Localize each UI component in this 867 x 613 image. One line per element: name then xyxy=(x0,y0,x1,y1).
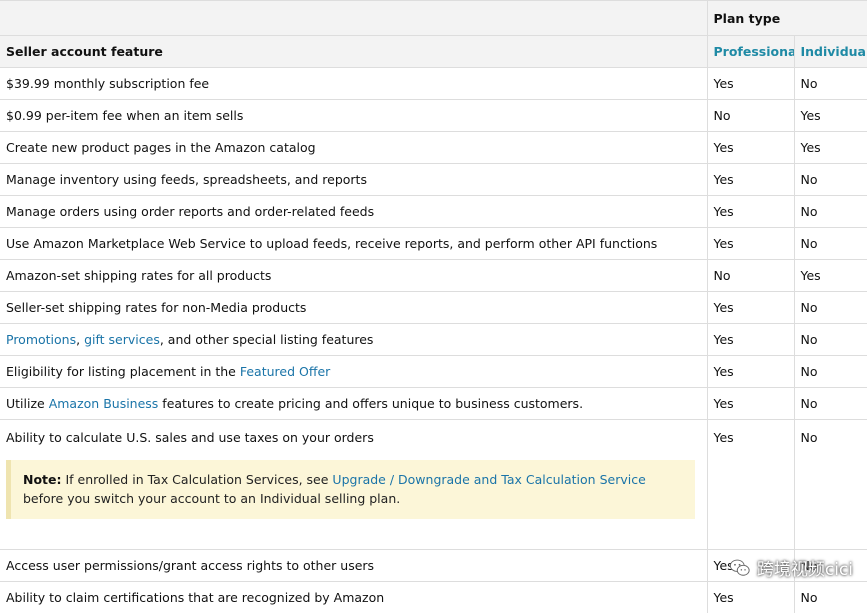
individual-cell: No xyxy=(794,356,867,388)
feature-text: features to create pricing and offers un… xyxy=(158,396,583,411)
individual-cell: Yes xyxy=(794,260,867,292)
watermark-text: 跨境视频cici xyxy=(757,555,853,580)
feature-separator: , xyxy=(76,332,84,347)
professional-cell: Yes xyxy=(707,324,794,356)
plan-type-row: Plan type xyxy=(0,1,867,36)
table-row: $39.99 monthly subscription fee Yes No xyxy=(0,68,867,100)
feature-cell: Use Amazon Marketplace Web Service to up… xyxy=(0,228,707,260)
promotions-link[interactable]: Promotions xyxy=(6,332,76,347)
plan-comparison-table: Plan type Seller account feature Profess… xyxy=(0,0,867,613)
feature-cell: Manage inventory using feeds, spreadshee… xyxy=(0,164,707,196)
individual-cell: No xyxy=(794,196,867,228)
table-row: Manage orders using order reports and or… xyxy=(0,196,867,228)
feature-cell: Promotions, gift services, and other spe… xyxy=(0,324,707,356)
individual-cell: No xyxy=(794,388,867,420)
table-row: Use Amazon Marketplace Web Service to up… xyxy=(0,228,867,260)
professional-cell: Yes xyxy=(707,292,794,324)
amazon-business-link[interactable]: Amazon Business xyxy=(49,396,159,411)
professional-cell: Yes xyxy=(707,228,794,260)
table-row: Manage inventory using feeds, spreadshee… xyxy=(0,164,867,196)
feature-cell: Ability to claim certifications that are… xyxy=(0,582,707,613)
individual-cell: No xyxy=(794,324,867,356)
feature-cell: $0.99 per-item fee when an item sells xyxy=(0,100,707,132)
table-row: Seller-set shipping rates for non-Media … xyxy=(0,292,867,324)
individual-column-header: Individual xyxy=(794,36,867,68)
individual-cell: Yes xyxy=(794,100,867,132)
professional-cell: Yes xyxy=(707,356,794,388)
tax-note-box: Note: If enrolled in Tax Calculation Ser… xyxy=(6,460,695,519)
individual-cell: No xyxy=(794,582,867,613)
feature-cell: Seller-set shipping rates for non-Media … xyxy=(0,292,707,324)
note-label: Note: xyxy=(23,472,62,487)
feature-cell: Utilize Amazon Business features to crea… xyxy=(0,388,707,420)
feature-column-header: Seller account feature xyxy=(0,36,707,68)
tax-calculation-link[interactable]: Upgrade / Downgrade and Tax Calculation … xyxy=(332,472,645,487)
table-row: Promotions, gift services, and other spe… xyxy=(0,324,867,356)
individual-cell: No xyxy=(794,164,867,196)
feature-cell: $39.99 monthly subscription fee xyxy=(0,68,707,100)
note-text: If enrolled in Tax Calculation Services,… xyxy=(62,472,333,487)
table-row: Amazon-set shipping rates for all produc… xyxy=(0,260,867,292)
professional-cell: No xyxy=(707,260,794,292)
table-row: $0.99 per-item fee when an item sells No… xyxy=(0,100,867,132)
column-header-row: Seller account feature Professional Indi… xyxy=(0,36,867,68)
feature-cell: Eligibility for listing placement in the… xyxy=(0,356,707,388)
feature-cell: Ability to calculate U.S. sales and use … xyxy=(0,420,707,550)
feature-text: Ability to calculate U.S. sales and use … xyxy=(6,430,701,445)
individual-cell: Yes xyxy=(794,132,867,164)
individual-cell: No xyxy=(794,292,867,324)
gift-services-link[interactable]: gift services xyxy=(84,332,160,347)
watermark: 跨境视频cici xyxy=(729,555,853,580)
feature-cell: Manage orders using order reports and or… xyxy=(0,196,707,228)
note-text: before you switch your account to an Ind… xyxy=(23,491,400,506)
table-row: Create new product pages in the Amazon c… xyxy=(0,132,867,164)
professional-cell: No xyxy=(707,100,794,132)
featured-offer-link[interactable]: Featured Offer xyxy=(240,364,330,379)
professional-cell: Yes xyxy=(707,132,794,164)
individual-cell: No xyxy=(794,228,867,260)
professional-cell: Yes xyxy=(707,196,794,228)
feature-cell: Access user permissions/grant access rig… xyxy=(0,550,707,582)
individual-cell: No xyxy=(794,420,867,550)
feature-text: Utilize xyxy=(6,396,49,411)
individual-cell: No xyxy=(794,68,867,100)
professional-cell: Yes xyxy=(707,164,794,196)
feature-text: Eligibility for listing placement in the xyxy=(6,364,240,379)
professional-cell: Yes xyxy=(707,582,794,613)
professional-cell: Yes xyxy=(707,68,794,100)
table-row: Eligibility for listing placement in the… xyxy=(0,356,867,388)
feature-cell: Create new product pages in the Amazon c… xyxy=(0,132,707,164)
table-row: Utilize Amazon Business features to crea… xyxy=(0,388,867,420)
table-row: Ability to claim certifications that are… xyxy=(0,582,867,613)
plan-type-header: Plan type xyxy=(707,1,867,36)
feature-text: , and other special listing features xyxy=(160,332,374,347)
wechat-icon xyxy=(729,557,751,579)
empty-header-cell xyxy=(0,1,707,36)
professional-cell: Yes xyxy=(707,388,794,420)
table-row: Ability to calculate U.S. sales and use … xyxy=(0,420,867,550)
professional-column-header: Professional xyxy=(707,36,794,68)
feature-cell: Amazon-set shipping rates for all produc… xyxy=(0,260,707,292)
professional-cell: Yes xyxy=(707,420,794,550)
